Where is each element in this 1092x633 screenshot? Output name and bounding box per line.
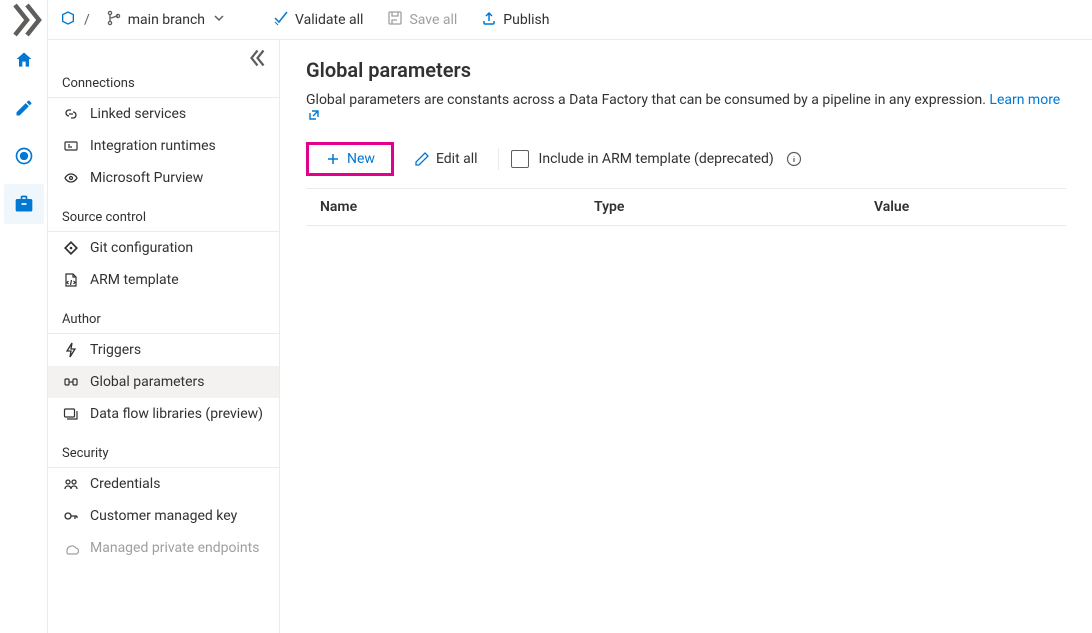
sidebar-group-source-control: Source control (48, 202, 279, 232)
new-label: New (347, 151, 375, 167)
sidebar-group-author: Author (48, 304, 279, 334)
sidebar-item-dataflow-libraries[interactable]: Data flow libraries (preview) (48, 398, 279, 430)
sidebar-item-label: Global parameters (90, 374, 205, 390)
global-params-icon (62, 374, 80, 390)
rail-author[interactable] (4, 88, 44, 128)
sidebar-item-label: Data flow libraries (preview) (90, 406, 263, 422)
sidebar-item-label: Customer managed key (90, 508, 237, 524)
sidebar-item-private-endpoints: Managed private endpoints (48, 532, 279, 564)
sidebar-item-label: Credentials (90, 476, 160, 492)
sidebar-item-label: Git configuration (90, 240, 193, 256)
arm-template-checkbox[interactable] (511, 150, 529, 168)
sidebar-group-connections: Connections (48, 68, 279, 98)
info-icon[interactable] (786, 151, 802, 167)
sidebar-item-integration-runtimes[interactable]: Integration runtimes (48, 130, 279, 162)
linked-services-icon (62, 106, 80, 122)
breadcrumb-separator: / (84, 12, 90, 28)
sidebar-item-arm-template[interactable]: ARM template (48, 264, 279, 296)
credentials-icon (62, 476, 80, 492)
publish-label: Publish (503, 12, 549, 28)
sidebar-item-label: Managed private endpoints (90, 540, 259, 556)
sidebar-item-credentials[interactable]: Credentials (48, 468, 279, 500)
endpoints-icon (62, 540, 80, 556)
col-header-name: Name (314, 199, 594, 215)
sidebar-item-label: Triggers (90, 342, 141, 358)
integration-runtimes-icon (62, 138, 80, 154)
params-table-header: Name Type Value (306, 188, 1066, 226)
sidebar-item-linked-services[interactable]: Linked services (48, 98, 279, 130)
dataflow-icon (62, 406, 80, 422)
rail-manage[interactable] (4, 184, 44, 224)
sidebar-item-label: ARM template (90, 272, 179, 288)
rail-home[interactable] (4, 40, 44, 80)
sidebar-item-label: Linked services (90, 106, 186, 122)
key-icon (62, 508, 80, 524)
publish-icon (481, 10, 497, 30)
sidebar-item-git-config[interactable]: Git configuration (48, 232, 279, 264)
page-description-text: Global parameters are constants across a… (306, 92, 986, 108)
git-icon (62, 240, 80, 256)
branch-picker[interactable]: main branch (98, 6, 235, 34)
sidebar-item-triggers[interactable]: Triggers (48, 334, 279, 366)
col-header-type: Type (594, 199, 874, 215)
trigger-icon (62, 342, 80, 358)
sidebar-item-purview[interactable]: Microsoft Purview (48, 162, 279, 194)
validate-all-button[interactable]: Validate all (263, 6, 373, 34)
publish-button[interactable]: Publish (471, 6, 559, 34)
sidebar-item-customer-key[interactable]: Customer managed key (48, 500, 279, 532)
expand-rail-button[interactable] (0, 4, 48, 36)
chevron-down-icon (211, 10, 227, 30)
new-button[interactable]: New (306, 142, 394, 176)
save-all-button: Save all (377, 6, 467, 34)
sidebar-group-security: Security (48, 438, 279, 468)
sidebar-item-label: Integration runtimes (90, 138, 216, 154)
datafactory-icon (60, 10, 76, 30)
branch-icon (106, 10, 122, 30)
pencil-icon (414, 151, 430, 167)
learn-more-label: Learn more (989, 92, 1060, 108)
rail-monitor[interactable] (4, 136, 44, 176)
external-link-icon (308, 109, 320, 121)
collapse-sidebar-button[interactable] (247, 46, 271, 70)
arm-template-icon (62, 272, 80, 288)
col-header-value: Value (874, 199, 1058, 215)
page-title: Global parameters (306, 58, 1066, 82)
plus-icon (325, 151, 341, 167)
arm-template-checkbox-label: Include in ARM template (deprecated) (539, 151, 774, 167)
sidebar-item-global-parameters[interactable]: Global parameters (48, 366, 279, 398)
validate-icon (273, 10, 289, 30)
save-label: Save all (409, 12, 457, 28)
validate-label: Validate all (295, 12, 363, 28)
save-icon (387, 10, 403, 30)
edit-all-label: Edit all (436, 151, 478, 167)
divider (498, 148, 499, 170)
purview-icon (62, 170, 80, 186)
sidebar-item-label: Microsoft Purview (90, 170, 203, 186)
edit-all-button[interactable]: Edit all (406, 145, 486, 173)
branch-label: main branch (128, 12, 205, 28)
page-description: Global parameters are constants across a… (306, 92, 1066, 124)
